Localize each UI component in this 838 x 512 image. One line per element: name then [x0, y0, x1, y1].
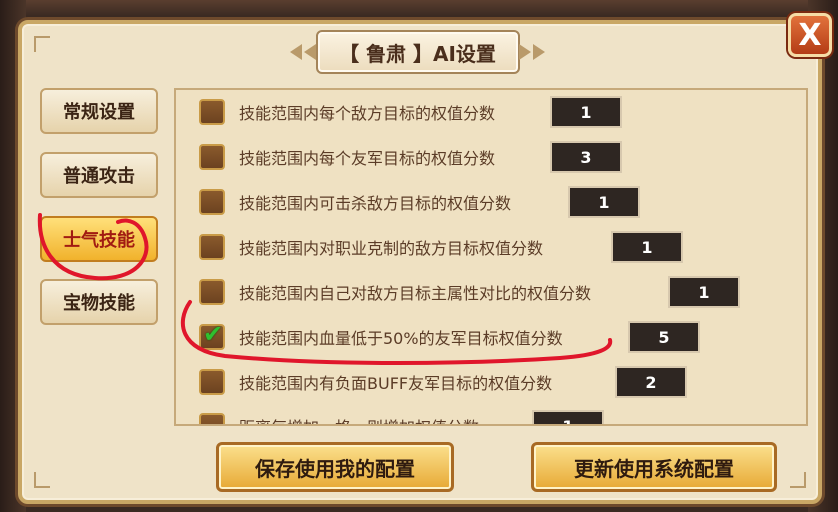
title-ornament-left [290, 44, 302, 60]
button-label: 保存使用我的配置 [255, 456, 415, 481]
setting-label: 技能范围内自己对敌方目标主属性对比的权值分数 [239, 284, 592, 303]
setting-value-input[interactable]: 1 [668, 276, 740, 308]
tab-normal-attack[interactable]: 普通攻击 [40, 152, 158, 198]
checkmark-icon: ✔ [203, 320, 224, 348]
setting-row: ✔ 技能范围内血量低于50%的友军目标权值分数 5 [176, 317, 806, 357]
setting-label: 技能范围内可击杀敌方目标的权值分数 [239, 194, 512, 213]
setting-value-input[interactable]: 1 [532, 410, 604, 424]
close-button[interactable]: X [788, 13, 832, 57]
setting-label: 距离每增加一格，则增加权值分数 [239, 414, 479, 424]
setting-row: 距离每增加一格，则增加权值分数 1 [176, 406, 806, 424]
tab-label: 常规设置 [63, 102, 135, 123]
setting-checkbox[interactable] [199, 279, 225, 305]
setting-row: 技能范围内对职业克制的敌方目标权值分数 1 [176, 227, 806, 267]
setting-row: 技能范围内有负面BUFF友军目标的权值分数 2 [176, 362, 806, 402]
dialog-title: 【 鲁肃 】AI设置 [315, 30, 520, 74]
setting-checkbox[interactable] [199, 369, 225, 395]
setting-value-input[interactable]: 1 [568, 186, 640, 218]
setting-row: 技能范围内可击杀敌方目标的权值分数 1 [176, 182, 806, 222]
setting-value-input[interactable]: 1 [550, 96, 622, 128]
setting-row: 技能范围内每个敌方目标的权值分数 1 [176, 92, 806, 132]
tab-label: 士气技能 [63, 230, 135, 251]
settings-list[interactable]: 技能范围内每个敌方目标的权值分数 1 技能范围内每个友军目标的权值分数 3 技能… [174, 88, 808, 426]
setting-checkbox[interactable] [199, 413, 225, 424]
setting-checkbox[interactable] [199, 99, 225, 125]
tab-label: 普通攻击 [63, 166, 135, 187]
tab-morale-skill[interactable]: 士气技能 [40, 216, 158, 262]
setting-value-input[interactable]: 2 [615, 366, 687, 398]
panel-corner-ornament [790, 472, 806, 488]
update-system-config-button[interactable]: 更新使用系统配置 [531, 442, 777, 492]
setting-label: 技能范围内每个敌方目标的权值分数 [239, 104, 496, 123]
setting-label: 技能范围内血量低于50%的友军目标权值分数 [239, 329, 563, 348]
panel-corner-ornament [34, 472, 50, 488]
tab-label: 宝物技能 [63, 293, 135, 314]
save-my-config-button[interactable]: 保存使用我的配置 [216, 442, 454, 492]
setting-value-input[interactable]: 5 [628, 321, 700, 353]
setting-checkbox[interactable]: ✔ [199, 320, 225, 350]
setting-label: 技能范围内对职业克制的敌方目标权值分数 [239, 239, 544, 258]
dialog-title-wrap: 【 鲁肃 】AI设置 [290, 30, 545, 74]
setting-checkbox[interactable] [199, 189, 225, 215]
title-ornament-left [304, 44, 316, 60]
tab-treasure-skill[interactable]: 宝物技能 [40, 279, 158, 325]
title-ornament-right [533, 44, 545, 60]
setting-value-input[interactable]: 1 [611, 231, 683, 263]
setting-label: 技能范围内每个友军目标的权值分数 [239, 149, 496, 168]
panel-corner-ornament [34, 36, 50, 52]
button-label: 更新使用系统配置 [574, 456, 734, 481]
tab-general-settings[interactable]: 常规设置 [40, 88, 158, 134]
setting-value-input[interactable]: 3 [550, 141, 622, 173]
setting-row: 技能范围内每个友军目标的权值分数 3 [176, 137, 806, 177]
setting-row: 技能范围内自己对敌方目标主属性对比的权值分数 1 [176, 272, 806, 312]
close-icon: X [798, 17, 822, 53]
setting-checkbox[interactable] [199, 234, 225, 260]
title-ornament-right [519, 44, 531, 60]
setting-label: 技能范围内有负面BUFF友军目标的权值分数 [239, 374, 553, 393]
top-background-strip [0, 0, 838, 16]
setting-checkbox[interactable] [199, 144, 225, 170]
